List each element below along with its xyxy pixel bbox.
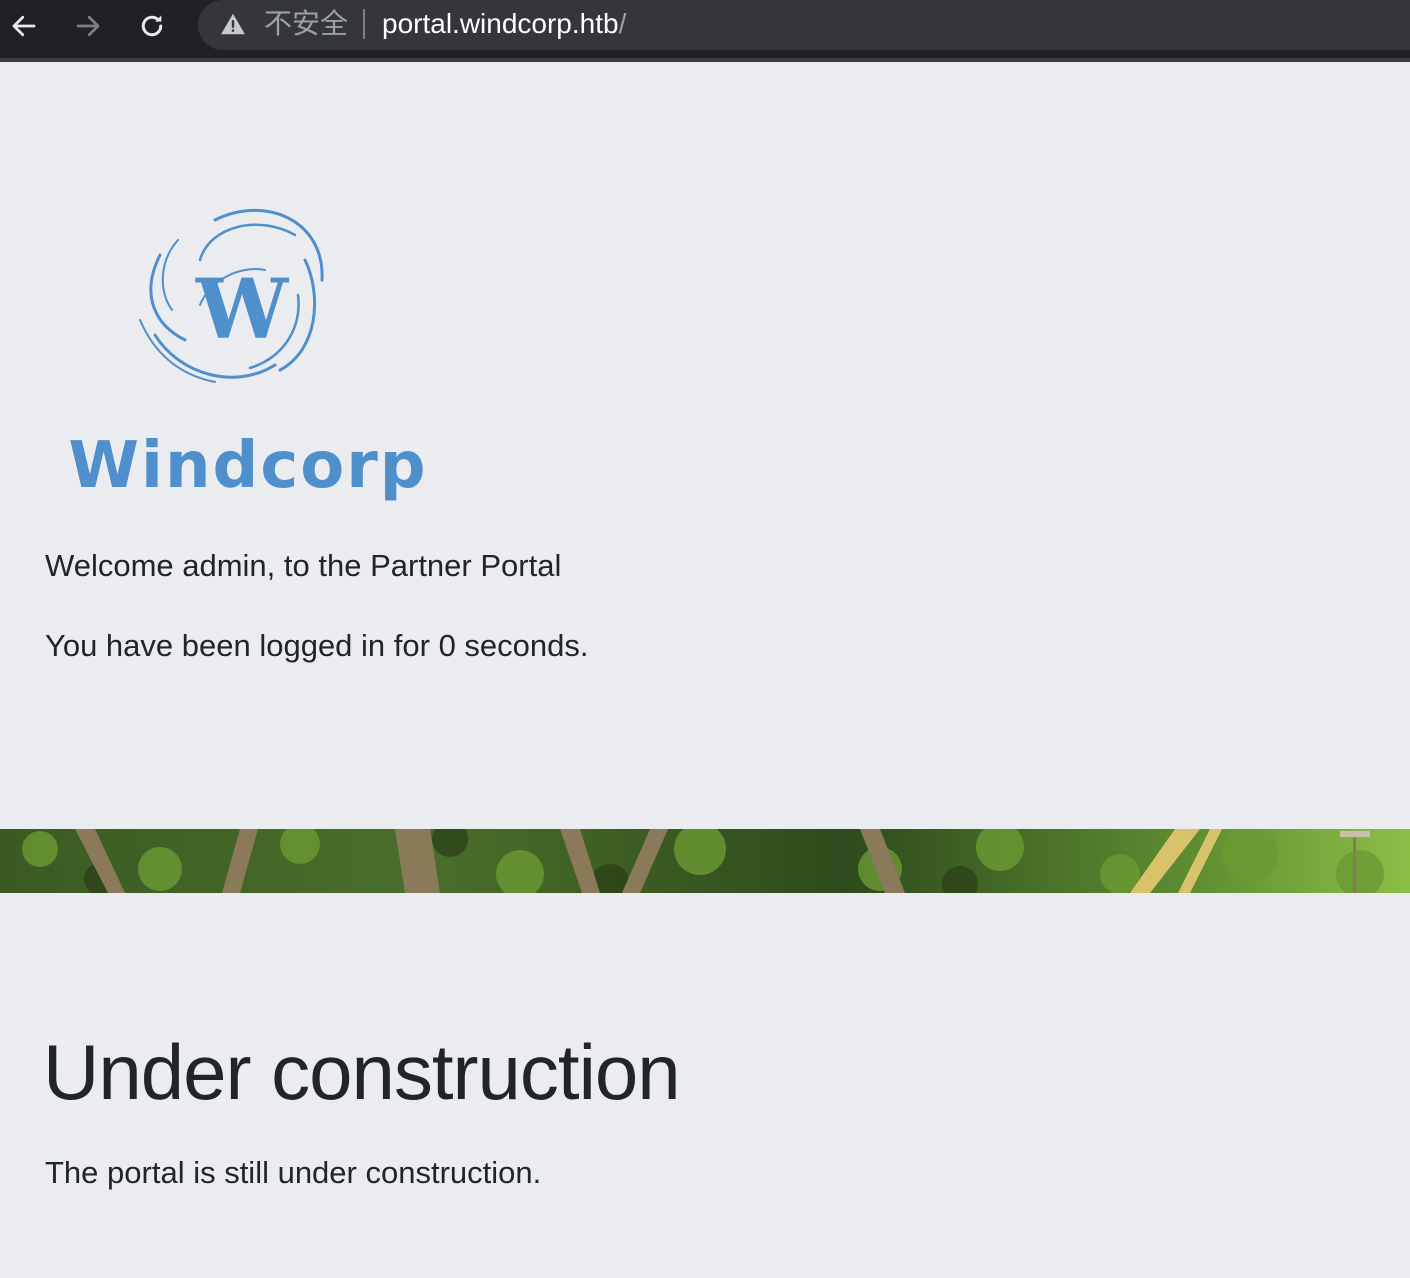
forest-banner-image [0,829,1410,893]
security-label[interactable]: 不安全 [264,7,348,41]
page-heading: Under construction [43,1028,681,1116]
url-host: portal.windcorp.htb [382,8,619,39]
welcome-message: Welcome admin, to the Partner Portal [45,548,562,583]
arrow-left-icon [12,15,36,37]
address-divider [363,9,365,39]
url-text[interactable]: portal.windcorp.htb/ [382,7,626,41]
url-path: / [618,8,627,39]
address-bar[interactable]: 不安全 portal.windcorp.htb/ [198,0,1410,50]
arrow-right-icon [76,15,100,37]
reload-button[interactable] [130,4,174,48]
logo-wordmark: Windcorp [68,429,427,503]
logo-letter: W [195,262,290,358]
windcorp-logo: W Windcorp [68,208,427,503]
reload-icon [141,15,163,37]
construction-notice: The portal is still under construction. [45,1155,542,1190]
forward-button[interactable] [66,4,110,48]
warning-icon[interactable] [220,11,246,37]
browser-toolbar: 不安全 portal.windcorp.htb/ [0,0,1410,62]
login-duration-text: You have been logged in for 0 seconds. [45,628,589,663]
back-button[interactable] [2,4,46,48]
